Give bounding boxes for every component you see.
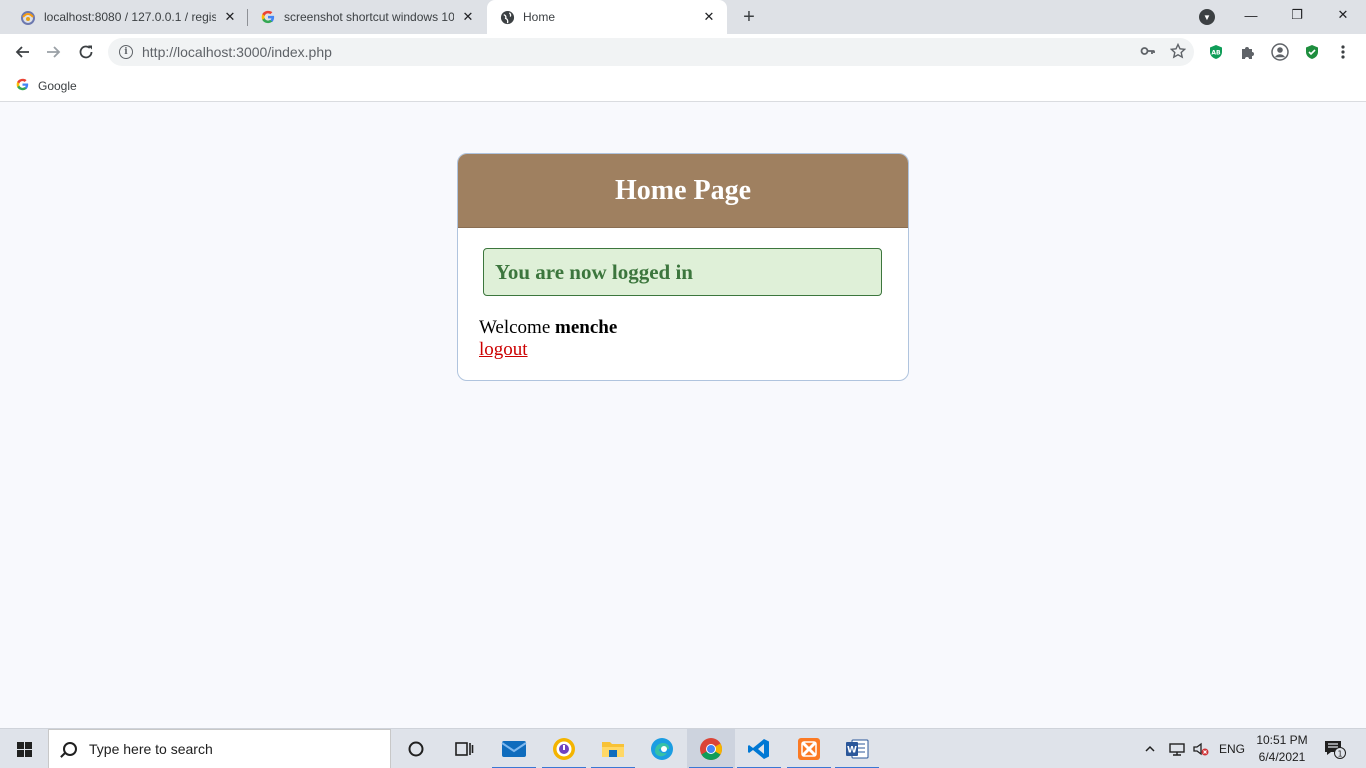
google-icon [260,9,276,25]
task-view-icon[interactable] [440,729,488,768]
system-clock[interactable]: 10:51 PM 6/4/2021 [1252,732,1312,766]
vscode-icon[interactable] [735,729,783,768]
notifications-icon[interactable]: 1 [1323,729,1347,768]
reload-icon[interactable] [72,38,100,66]
windows-taskbar: Type here to search W ENG 10:51 PM 6/4/2… [0,728,1366,768]
file-explorer-icon[interactable] [589,729,637,768]
phpmyadmin-icon [20,9,36,25]
restore-button[interactable]: ❐ [1274,0,1320,30]
chrome-browser-icon[interactable] [687,729,735,768]
page-title: Home Page [614,174,752,206]
language-indicator[interactable]: ENG [1219,729,1245,768]
card-header: Home Page [458,154,908,228]
minimize-button[interactable]: — [1228,0,1274,30]
profile-avatar-icon[interactable] [1271,43,1289,61]
tab-title: localhost:8080 / 127.0.0.1 / regist [44,10,216,24]
notification-count: 1 [1337,749,1342,758]
globe-icon [499,9,515,25]
volume-muted-icon[interactable] [1192,729,1210,768]
search-placeholder: Type here to search [89,741,213,757]
xampp-icon[interactable] [785,729,833,768]
back-icon[interactable] [8,38,36,66]
bookmark-star-icon[interactable] [1169,42,1187,62]
word-app-icon[interactable]: W [833,729,881,768]
taskbar-search-box[interactable]: Type here to search [48,729,391,768]
security-shield-icon[interactable] [1303,43,1321,61]
home-card: Home Page You are now logged in Welcome … [457,153,909,381]
page-viewport: Home Page You are now logged in Welcome … [0,103,1366,728]
tab-title: Home [523,10,556,24]
clock-time: 10:51 PM [1256,733,1308,747]
svg-text:AB: AB [1211,50,1221,57]
url-path: /index.php [267,44,332,60]
extensions-puzzle-icon[interactable] [1239,43,1257,61]
show-hidden-icons-chevron-icon[interactable] [1144,729,1156,768]
adblock-extension-icon[interactable]: AB [1207,43,1225,61]
start-button[interactable] [0,729,48,768]
welcome-text: Welcome menche [479,317,617,339]
new-tab-button[interactable]: + [738,6,760,28]
menu-kebab-icon[interactable] [1334,43,1352,61]
username: menche [555,317,618,338]
brave-browser-icon[interactable] [540,729,588,768]
edge-browser-icon[interactable] [638,729,686,768]
bookmarks-bar: Google [0,70,1366,102]
network-icon[interactable] [1168,729,1186,768]
tab-title: screenshot shortcut windows 10 [284,10,454,24]
tab-phpmyadmin[interactable]: localhost:8080 / 127.0.0.1 / regist ✕ [8,0,248,34]
browser-toolbar: i http://localhost:3000/index.php AB [0,34,1366,70]
address-bar[interactable]: i http://localhost:3000/index.php [108,38,1194,66]
close-tab-icon[interactable]: ✕ [460,9,476,25]
bookmark-google[interactable]: Google [16,78,77,94]
logout-link[interactable]: logout [479,339,528,361]
mail-app-icon[interactable] [490,729,538,768]
google-icon [16,78,29,94]
close-window-button[interactable]: ✕ [1320,0,1366,30]
cortana-icon[interactable] [392,729,440,768]
info-icon[interactable]: i [119,45,133,59]
search-icon [63,742,77,756]
success-alert: You are now logged in [483,248,882,296]
tab-strip: localhost:8080 / 127.0.0.1 / regist ✕ sc… [0,0,1366,34]
windows-logo-icon [16,741,32,757]
key-icon[interactable] [1140,43,1156,62]
forward-icon[interactable] [40,38,68,66]
close-tab-icon[interactable]: ✕ [701,9,717,25]
close-tab-icon[interactable]: ✕ [222,9,238,25]
tab-home[interactable]: Home ✕ [487,0,727,34]
url-host: http://localhost:3000 [142,44,268,60]
svg-text:W: W [847,746,857,756]
bookmark-label: Google [38,79,77,93]
success-message: You are now logged in [495,259,693,284]
url-text[interactable]: http://localhost:3000/index.php [142,44,332,60]
tab-search-icon[interactable]: ▼ [1199,9,1215,25]
tab-google-search[interactable]: screenshot shortcut windows 10 ✕ [248,0,486,34]
clock-date: 6/4/2021 [1258,750,1306,764]
welcome-prefix: Welcome [479,317,551,338]
